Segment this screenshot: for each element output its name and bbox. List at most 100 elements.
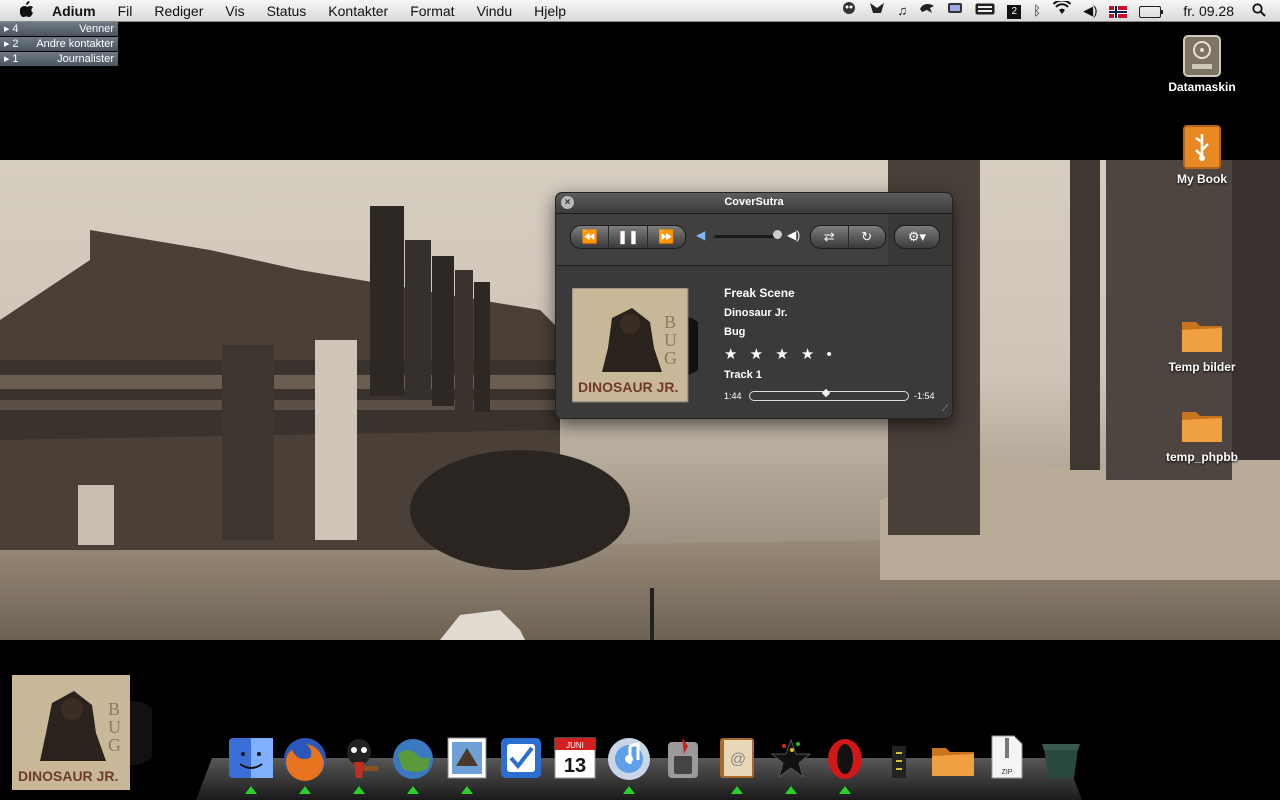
menu-status[interactable]: Status	[267, 3, 307, 19]
dock-item-ical[interactable]: JUNI 13	[550, 732, 602, 792]
desktop-icon-temp-phpbb[interactable]: temp_phpbb	[1152, 402, 1252, 464]
dock-item-address-book[interactable]: @	[712, 732, 764, 792]
calendar-month: JUNI	[566, 741, 584, 750]
dock-item-mail[interactable]	[442, 732, 494, 792]
dock-item-trash[interactable]	[1036, 732, 1088, 792]
song-title: Freak Scene	[724, 286, 795, 300]
usb-drive-icon	[1180, 124, 1224, 169]
apple-menu-icon[interactable]	[16, 0, 38, 21]
volume-slider-knob[interactable]	[773, 230, 782, 239]
next-track-button[interactable]: ⏩	[648, 226, 685, 248]
volume-high-icon[interactable]: ◀)	[787, 228, 800, 242]
keyboard-icon[interactable]	[975, 0, 995, 22]
disclosure-triangle-icon[interactable]: ▶	[4, 40, 9, 48]
desktop-icon-my-book[interactable]: My Book	[1152, 124, 1252, 186]
cover-band-name: DINOSAUR JR.	[578, 379, 678, 395]
desktop-album-art[interactable]: B U G DINOSAUR JR.	[12, 675, 164, 790]
desktop-icon-temp-bilder[interactable]: Temp bilder	[1152, 312, 1252, 374]
contact-group-row[interactable]: ▶ 4 Venner	[0, 22, 118, 36]
coversutra-titlebar[interactable]: × CoverSutra	[556, 193, 952, 214]
resize-grip-icon[interactable]: ⟋	[942, 403, 948, 414]
menu-vindu[interactable]: Vindu	[477, 3, 513, 19]
bluetooth-icon[interactable]: ᛒ	[1033, 0, 1041, 22]
running-indicator	[407, 786, 419, 794]
group-count: 1	[12, 53, 19, 65]
opera-icon	[828, 739, 862, 779]
group-count: 2	[12, 38, 19, 50]
repeat-button[interactable]: ↻	[849, 226, 886, 248]
adium-icon	[347, 739, 378, 778]
artist-name: Dinosaur Jr.	[724, 307, 788, 319]
growl-icon[interactable]	[868, 0, 886, 22]
volume-icon[interactable]: ◀)	[1083, 0, 1097, 22]
contact-group-row[interactable]: ▶ 2 Andre kontakter	[0, 37, 118, 51]
music-note-icon[interactable]: ♫	[898, 0, 908, 22]
progress-knob[interactable]	[821, 388, 831, 398]
system-preferences-icon	[668, 738, 698, 778]
previous-track-button[interactable]: ⏪	[571, 226, 610, 248]
calendar-day: 13	[564, 755, 586, 777]
disclosure-triangle-icon[interactable]: ▶	[4, 55, 9, 63]
group-name: Andre kontakter	[36, 38, 114, 50]
address-book-icon: @	[720, 738, 754, 778]
starburst-icon	[770, 738, 812, 779]
transport-buttons: ⏪ ❚❚ ⏩	[570, 225, 686, 249]
settings-menu-button[interactable]: ⚙▾	[894, 225, 940, 249]
dock-item-system-preferences[interactable]	[658, 732, 710, 792]
sync-icon[interactable]	[947, 0, 963, 22]
volume-low-icon[interactable]: ◀	[696, 228, 705, 242]
menu-kontakter[interactable]: Kontakter	[328, 3, 388, 19]
menu-clock[interactable]: fr. 09.28	[1183, 3, 1234, 19]
disclosure-triangle-icon[interactable]: ▶	[4, 25, 9, 33]
wifi-icon[interactable]	[1052, 0, 1072, 22]
menu-vis[interactable]: Vis	[225, 3, 244, 19]
spaces-number: 2	[1007, 4, 1022, 19]
dock-item-world-clock[interactable]	[388, 732, 440, 792]
firefox-icon	[284, 738, 326, 781]
coversutra-window: × CoverSutra ⏪ ❚❚ ⏩ ◀ ◀) ⇄ ↻ ⚙▾ B U G DI…	[555, 192, 953, 419]
running-indicator	[245, 786, 257, 794]
dock-item-itunes[interactable]	[604, 732, 656, 792]
finder-icon	[229, 738, 273, 778]
svg-text:G: G	[664, 348, 677, 368]
mode-buttons: ⇄ ↻	[810, 225, 886, 249]
pause-button[interactable]: ❚❚	[609, 226, 648, 248]
dock-item-adium[interactable]	[334, 732, 386, 792]
playback-controls: ⏪ ❚❚ ⏩ ◀ ◀) ⇄ ↻ ⚙▾	[556, 225, 952, 251]
dock-item-folder-stack[interactable]	[928, 732, 980, 792]
menu-hjelp[interactable]: Hjelp	[534, 3, 566, 19]
desktop-icon-datamaskin[interactable]: Datamaskin	[1152, 32, 1252, 94]
progress-bar[interactable]	[749, 388, 909, 401]
volume-slider[interactable]	[714, 235, 776, 238]
now-playing-panel: B U G DINOSAUR JR. Freak Scene Dinosaur …	[556, 265, 952, 418]
running-indicator	[461, 786, 473, 794]
dock-item-starburst[interactable]	[766, 732, 818, 792]
adium-status-icon[interactable]	[842, 0, 856, 22]
running-indicator	[839, 786, 851, 794]
desktop-icon-label: Datamaskin	[1168, 80, 1236, 94]
menu-fil[interactable]: Fil	[118, 3, 133, 19]
dock-item-opera[interactable]	[820, 732, 872, 792]
dock-item-firefox[interactable]	[280, 732, 332, 792]
remaining-time: -1:54	[914, 391, 935, 401]
spaces-icon[interactable]: 2	[1007, 0, 1022, 22]
dock: JUNI 13 @ ZIP	[196, 724, 1082, 800]
dock-item-things[interactable]	[496, 732, 548, 792]
battery-icon[interactable]	[1139, 0, 1164, 22]
shuffle-button[interactable]: ⇄	[811, 226, 849, 248]
dock-item-finder[interactable]	[226, 732, 278, 792]
group-name: Venner	[79, 23, 114, 35]
contact-group-row[interactable]: ▶ 1 Journalister	[0, 52, 118, 66]
rating-stars[interactable]: ★ ★ ★ ★ •	[724, 345, 836, 363]
spotlight-icon[interactable]	[1252, 2, 1266, 20]
track-number: Track 1	[724, 369, 762, 381]
dock-item-terminal[interactable]	[874, 732, 926, 792]
input-source-flag-icon[interactable]	[1109, 0, 1128, 22]
menu-format[interactable]: Format	[410, 3, 454, 19]
desktop-icon-label: temp_phpbb	[1166, 450, 1238, 464]
svg-text:G: G	[108, 735, 121, 755]
dock-item-zip[interactable]: ZIP	[982, 732, 1034, 792]
menu-app-name[interactable]: Adium	[52, 3, 96, 19]
bird-icon[interactable]	[919, 0, 935, 22]
menu-rediger[interactable]: Rediger	[154, 3, 203, 19]
